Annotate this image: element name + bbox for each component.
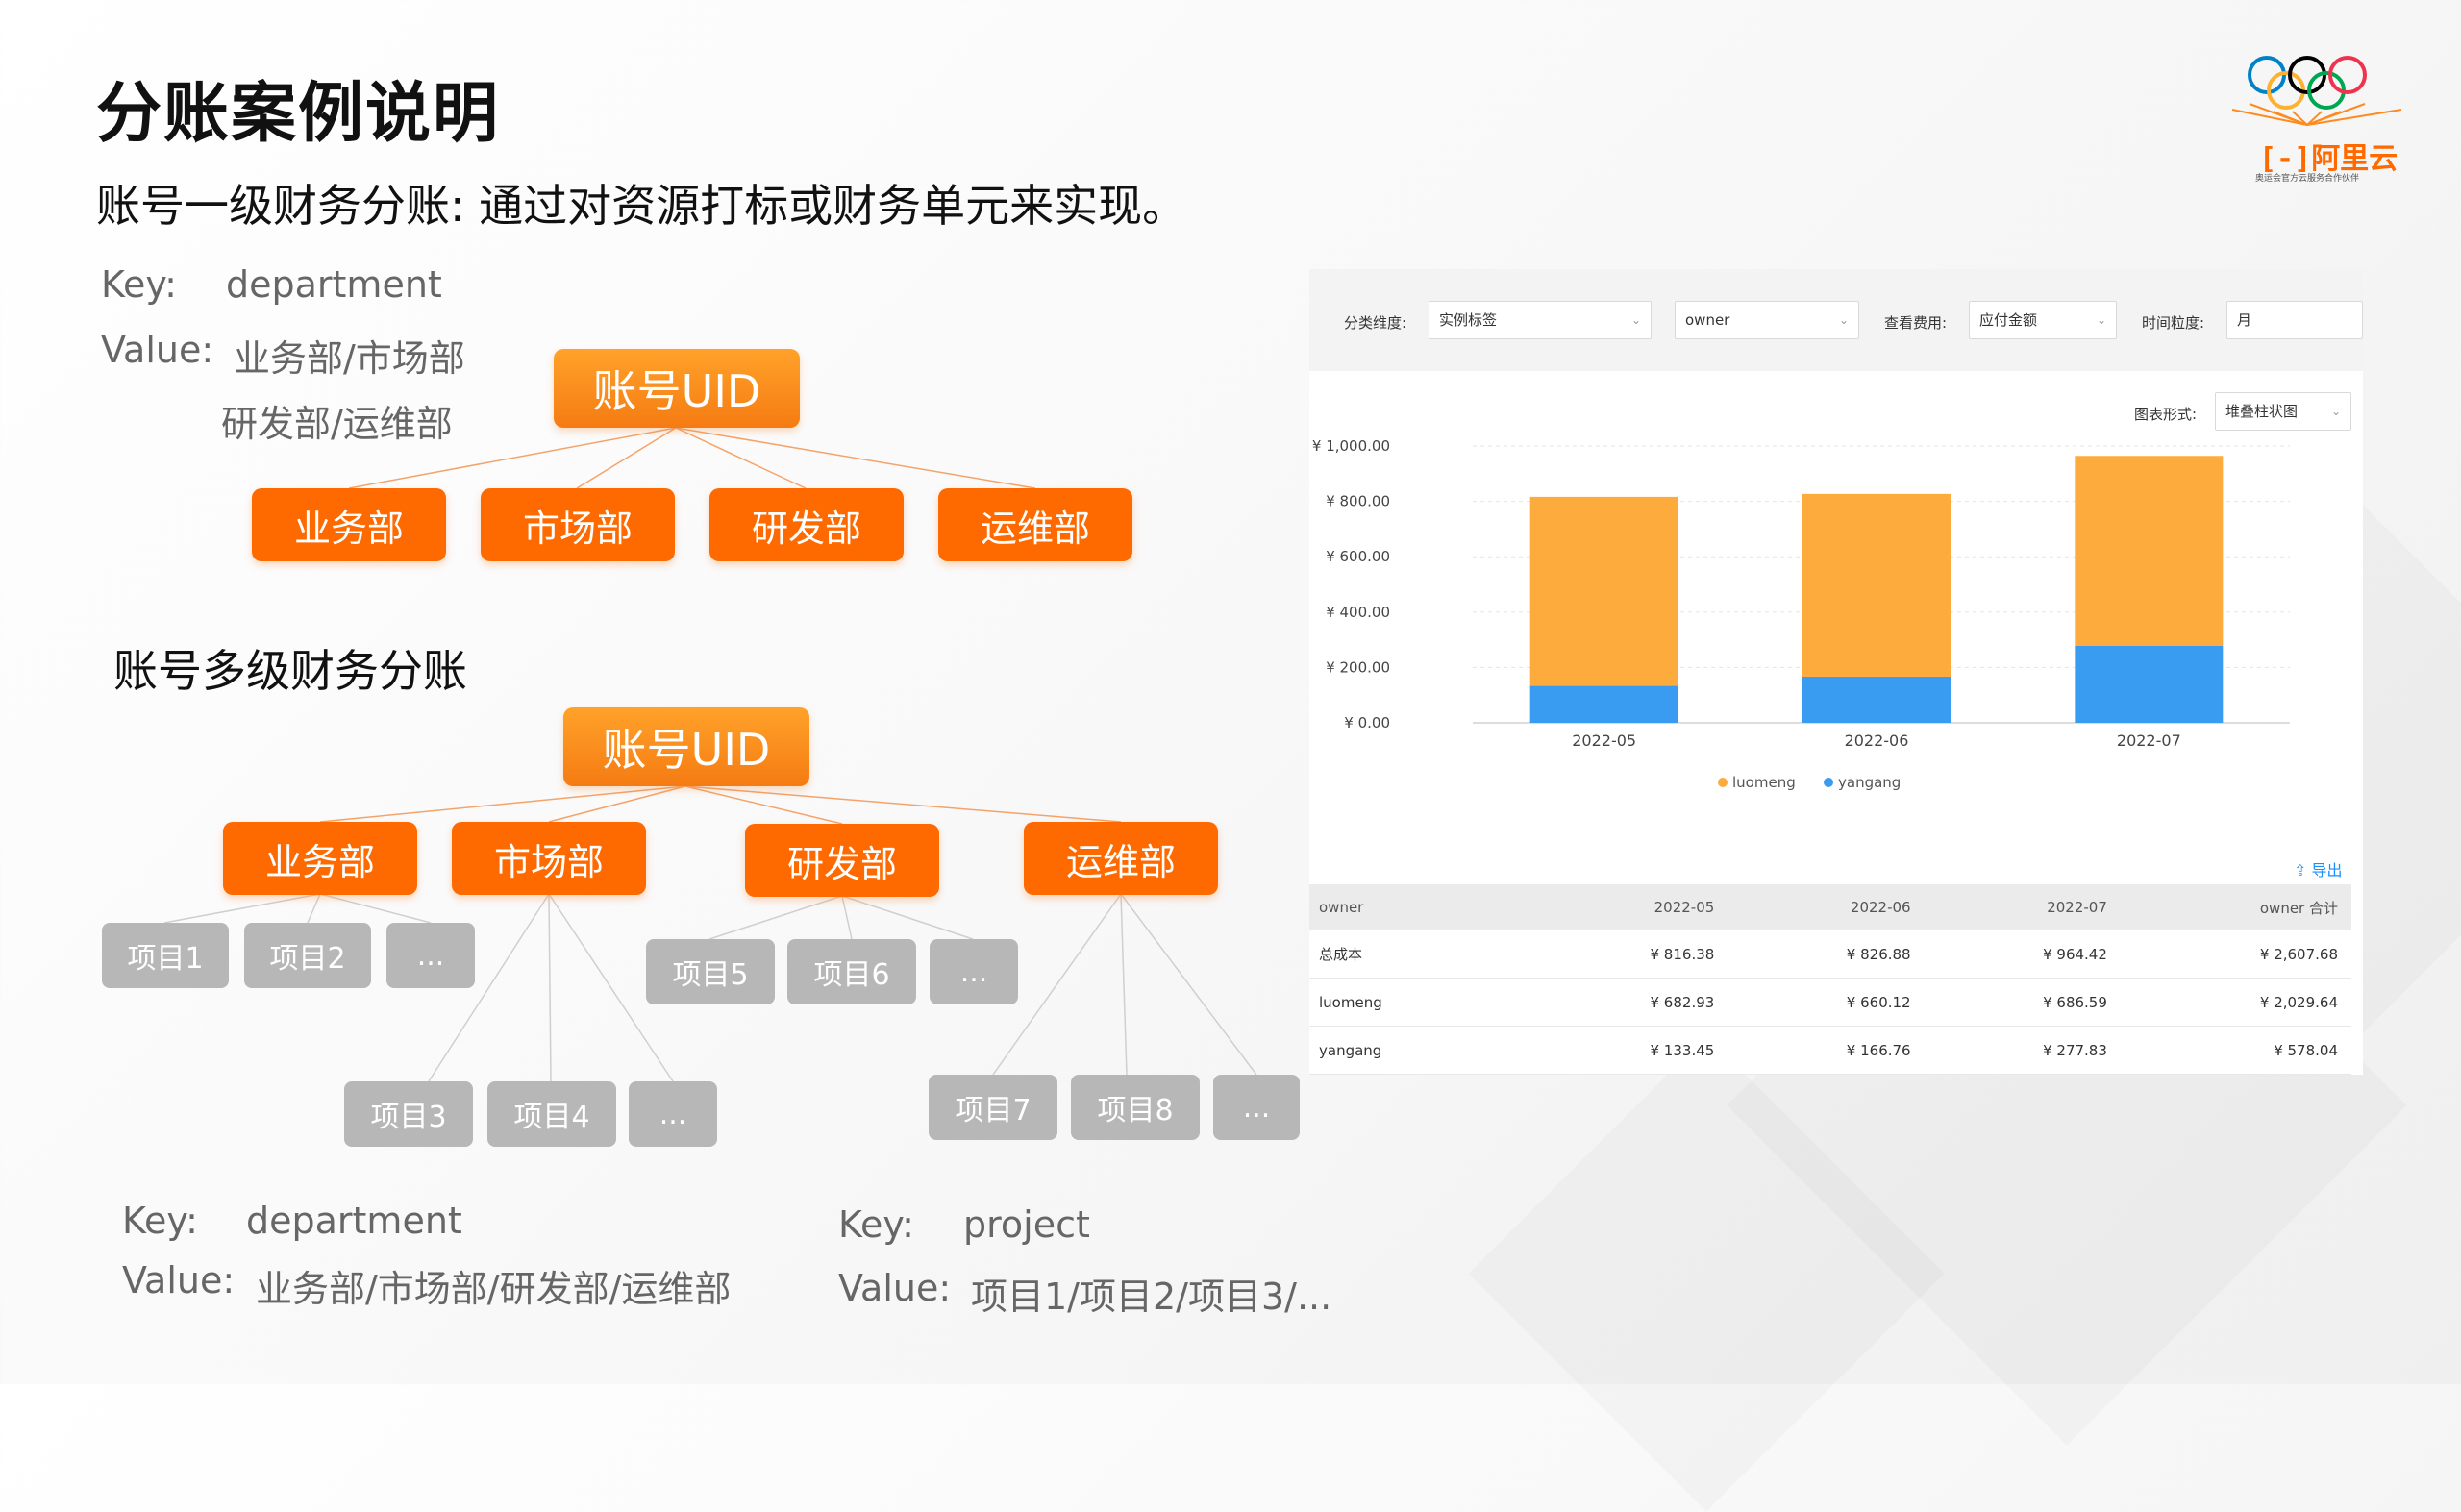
- dimension-label: 分类维度:: [1344, 314, 1407, 332]
- project-node-more: ...: [930, 939, 1018, 1004]
- x-tick-label: 2022-07: [2117, 731, 2181, 750]
- y-tick-label: ¥ 200.00: [1326, 658, 1390, 676]
- bottom-right-value-text: 项目1/项目2/项目3/...: [971, 1276, 1332, 1318]
- tree2-dept-marketing: 市场部: [452, 822, 646, 895]
- filter-bar: 分类维度: 实例标签 ⌄ owner ⌄ 查看费用: 应付金额 ⌄ 时间粒度: 月: [1309, 269, 2363, 371]
- chevron-down-icon: ⌄: [2096, 313, 2106, 327]
- project-node-2: 项目2: [244, 923, 371, 988]
- bar-luomeng: [1802, 493, 1951, 677]
- bar-luomeng: [2075, 456, 2224, 646]
- table-cell: ¥ 964.42: [1924, 930, 2121, 979]
- chevron-down-icon: ⌄: [1838, 313, 1849, 327]
- cost-label: 查看费用:: [1884, 314, 1948, 332]
- project-node-more: ...: [386, 923, 475, 988]
- table-cell: ¥ 826.88: [1728, 930, 1925, 979]
- bar-yangang: [1529, 685, 1678, 723]
- table-header-owner: owner: [1309, 884, 1531, 930]
- x-tick-label: 2022-05: [1572, 731, 1636, 750]
- export-button[interactable]: ⇪ 导出: [2294, 857, 2343, 880]
- table-cell: ¥ 133.45: [1531, 1026, 1728, 1075]
- table-cell: yangang: [1309, 1026, 1531, 1075]
- billing-table: owner 2022-05 2022-06 2022-07 owner 合计 总…: [1309, 884, 2351, 1075]
- billing-panel: 分类维度: 实例标签 ⌄ owner ⌄ 查看费用: 应付金额 ⌄ 时间粒度: 月 图…: [1309, 269, 2363, 1075]
- bottom-left-value-label: Value:: [122, 1259, 236, 1301]
- table-cell: luomeng: [1309, 978, 1531, 1027]
- y-tick-label: ¥ 600.00: [1326, 548, 1390, 565]
- table-cell: ¥ 816.38: [1531, 930, 1728, 979]
- legend-label: luomeng: [1732, 774, 1796, 791]
- tree2-dept-business: 业务部: [223, 822, 417, 895]
- y-tick-label: ¥ 400.00: [1326, 604, 1390, 621]
- dimension-select[interactable]: 实例标签 ⌄: [1429, 301, 1652, 339]
- tree1-dept-rnd: 研发部: [709, 488, 904, 561]
- tree1-dept-business: 业务部: [252, 488, 446, 561]
- project-node-7: 项目7: [929, 1075, 1057, 1140]
- project-node-more: ...: [1213, 1075, 1300, 1140]
- tree2-dept-rnd: 研发部: [745, 824, 939, 897]
- y-tick-label: ¥ 1,000.00: [1312, 437, 1390, 455]
- bar-yangang: [1802, 676, 1951, 723]
- granularity-label: 时间粒度:: [2142, 314, 2205, 332]
- project-node-8: 项目8: [1071, 1075, 1200, 1140]
- tree1-root-uid: 账号UID: [554, 349, 800, 428]
- aliyun-tagline: 奥运会官方云服务合作伙伴: [2255, 174, 2360, 184]
- tag-key-select[interactable]: owner ⌄: [1675, 301, 1859, 339]
- table-row: yangang ¥ 133.45 ¥ 166.76 ¥ 277.83 ¥ 578…: [1309, 1026, 2351, 1075]
- table-header-total: owner 合计: [2120, 884, 2351, 930]
- chevron-down-icon: ⌄: [1630, 313, 1641, 327]
- project-node-5: 项目5: [646, 939, 775, 1004]
- project-node-6: 项目6: [787, 939, 916, 1004]
- table-row: luomeng ¥ 682.93 ¥ 660.12 ¥ 686.59 ¥ 2,0…: [1309, 978, 2351, 1027]
- bar-yangang: [2075, 645, 2224, 723]
- bar-luomeng: [1529, 496, 1678, 686]
- table-cell: ¥ 277.83: [1924, 1026, 2121, 1075]
- bottom-left-value-text: 业务部/市场部/研发部/运维部: [256, 1268, 732, 1310]
- project-node-3: 项目3: [344, 1081, 473, 1147]
- tree1-dept-ops: 运维部: [938, 488, 1132, 561]
- table-cell: ¥ 686.59: [1924, 978, 2121, 1027]
- project-node-1: 项目1: [102, 923, 229, 988]
- x-tick-label: 2022-06: [1845, 731, 1909, 750]
- granularity-select[interactable]: 月: [2226, 301, 2363, 339]
- bottom-right-key-label: Key:: [838, 1203, 914, 1246]
- bottom-right-key-value: project: [963, 1203, 1090, 1246]
- legend-label: yangang: [1838, 774, 1901, 791]
- table-header-month: 2022-05: [1531, 884, 1728, 930]
- table-cell: 总成本: [1309, 930, 1531, 979]
- project-node-more: ...: [629, 1081, 717, 1147]
- export-icon: ⇪: [2294, 861, 2312, 880]
- bottom-right-value-label: Value:: [838, 1267, 952, 1309]
- bottom-left-key-label: Key:: [122, 1200, 198, 1242]
- table-header-row: owner 2022-05 2022-06 2022-07 owner 合计: [1309, 884, 2351, 930]
- bottom-left-key-value: department: [246, 1200, 462, 1242]
- y-tick-label: ¥ 0.00: [1344, 714, 1390, 731]
- tree2-root-uid: 账号UID: [563, 707, 809, 786]
- table-header-month: 2022-06: [1728, 884, 1925, 930]
- project-node-4: 项目4: [487, 1081, 616, 1147]
- y-tick-label: ¥ 800.00: [1326, 493, 1390, 510]
- legend-marker: [1824, 778, 1833, 787]
- table-cell: ¥ 578.04: [2120, 1026, 2351, 1075]
- table-cell: ¥ 166.76: [1728, 1026, 1925, 1075]
- tree1-dept-marketing: 市场部: [481, 488, 675, 561]
- table-header-month: 2022-07: [1924, 884, 2121, 930]
- table-cell: ¥ 660.12: [1728, 978, 1925, 1027]
- table-row: 总成本 ¥ 816.38 ¥ 826.88 ¥ 964.42 ¥ 2,607.6…: [1309, 930, 2351, 979]
- cost-select[interactable]: 应付金额 ⌄: [1969, 301, 2117, 339]
- stacked-bar-chart: ¥ 0.00 ¥ 200.00 ¥ 400.00 ¥ 600.00 ¥ 800.00 ¥ …: [1312, 437, 2290, 791]
- tree2-dept-ops: 运维部: [1024, 822, 1218, 895]
- table-cell: ¥ 682.93: [1531, 978, 1728, 1027]
- table-cell: ¥ 2,029.64: [2120, 978, 2351, 1027]
- legend-marker: [1718, 778, 1728, 787]
- table-cell: ¥ 2,607.68: [2120, 930, 2351, 979]
- section2-title: 账号多级财务分账: [113, 645, 467, 697]
